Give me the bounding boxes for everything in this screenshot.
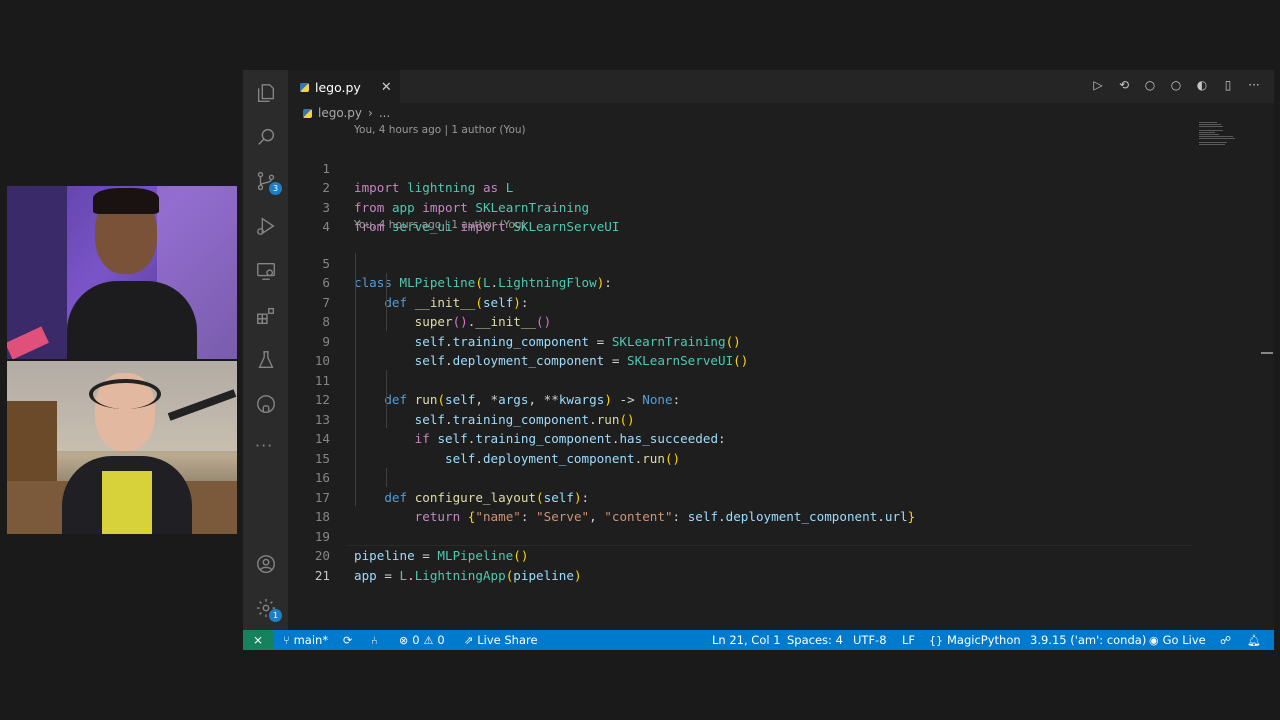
feedback-icon[interactable]: ☍ (1220, 630, 1231, 650)
webcam-feed-bottom (7, 361, 237, 534)
notifications-bell-icon[interactable]: 🔔︎ (1247, 630, 1261, 650)
encoding-status[interactable]: UTF-8 (853, 630, 887, 650)
minimap[interactable] (1199, 122, 1259, 148)
status-bar: ⨯ ⑂ main* ⟳ ⑃ ⊗ 0 ⚠ 0 ⇗ Live Share Ln 21… (243, 630, 1274, 650)
remote-indicator-icon[interactable]: ⨯ (243, 630, 273, 650)
run-debug-icon[interactable] (253, 213, 278, 238)
code-line: 18 (288, 488, 1188, 524)
editor-tab-bar: lego.py ✕ ▷ ⟲ ○ ○ ◐ ▯ ··· (288, 70, 1274, 103)
remote-explorer-icon[interactable] (253, 258, 278, 283)
warning-count: 0 (437, 633, 445, 647)
breadcrumb-separator-icon: › (368, 106, 373, 120)
live-share-button[interactable]: ⇗ Live Share (464, 630, 538, 650)
current-line-highlight (347, 545, 1192, 546)
breadcrumb: lego.py › ... (303, 106, 390, 120)
source-control-badge: 3 (269, 182, 282, 195)
explorer-icon[interactable] (253, 80, 278, 105)
python-file-icon (303, 108, 312, 118)
code-line: 3 from serve_ui import SKLearnServeUI (288, 178, 1188, 235)
error-icon: ⊗ (399, 633, 409, 647)
tab-lego-py[interactable]: lego.py ✕ (288, 70, 400, 103)
tab-label: lego.py (315, 79, 361, 95)
code-line: 19 pipeline = MLPipeline() (288, 507, 1188, 564)
more-views-icon[interactable]: ··· (255, 436, 273, 455)
code-line: 7 super().__init__() (288, 273, 1188, 330)
search-icon[interactable] (253, 124, 278, 149)
git-graph-icon[interactable]: ⑃ (371, 630, 378, 650)
line-number: 21 (314, 567, 330, 583)
settings-badge: 1 (269, 609, 282, 622)
go-live-button[interactable]: ◉ Go Live (1149, 630, 1206, 650)
activity-bar: 3 ··· 1 (243, 70, 288, 630)
split-editor-icon[interactable]: ▯ (1220, 78, 1236, 92)
broadcast-icon: ◉ (1149, 633, 1159, 647)
branch-label: main* (293, 633, 329, 647)
previous-change-icon[interactable]: ○ (1142, 78, 1158, 92)
language-label: MagicPython (947, 633, 1021, 647)
breadcrumb-symbol[interactable]: ... (379, 106, 390, 120)
language-mode[interactable]: {} MagicPython (929, 630, 1021, 650)
indentation-status[interactable]: Spaces: 4 (787, 630, 843, 650)
cursor-position[interactable]: Ln 21, Col 1 (712, 630, 781, 650)
sync-icon[interactable]: ⟳ (343, 630, 352, 650)
python-file-icon (300, 82, 309, 92)
editor-actions: ▷ ⟲ ○ ○ ◐ ▯ ··· (1090, 78, 1262, 92)
next-change-icon[interactable]: ○ (1168, 78, 1184, 92)
indent-guide (386, 273, 387, 331)
live-share-label: Live Share (477, 633, 538, 647)
accounts-icon[interactable] (253, 551, 278, 576)
error-count: 0 (412, 633, 420, 647)
live-share-icon: ⇗ (464, 633, 474, 647)
code-line: 8 self.training_component = SKLearnTrain… (288, 293, 1188, 349)
go-live-label: Go Live (1162, 633, 1206, 647)
code-line: 10 (288, 332, 1188, 368)
webcam-feed-top (7, 186, 237, 359)
code-line: 15 (288, 429, 1188, 466)
run-python-icon[interactable]: ▷ (1090, 78, 1106, 92)
code-line: 21 (288, 546, 1188, 583)
extensions-icon[interactable] (253, 303, 278, 328)
code-line: 6 def __init__(self): (288, 254, 1188, 310)
code-line: 14 self.deployment_component.run() (288, 410, 1188, 466)
code-line: 11 def run(self, *args, **kwargs) -> Non… (288, 351, 1188, 408)
code-line: 17 return {"name": "Serve", "content": s… (288, 468, 1188, 525)
code-line: 9 self.deployment_component = SKLearnSer… (288, 312, 1188, 369)
open-changes-icon[interactable]: ⟲ (1116, 78, 1132, 92)
warning-icon: ⚠ (423, 633, 434, 647)
code-line: 16 def configure_layout(self): (288, 449, 1188, 505)
problems-status[interactable]: ⊗ 0 ⚠ 0 (399, 630, 445, 650)
toggle-blame-icon[interactable]: ◐ (1194, 78, 1210, 92)
scrollbar-cursor-marker[interactable] (1261, 352, 1273, 354)
testing-flask-icon[interactable] (253, 347, 278, 372)
code-line: 12 self.training_component.run() (288, 371, 1188, 427)
screen: 3 ··· 1 lego.py ✕ ▷ ⟲ ○ ○ ◐ ▯ ··· lego.p… (0, 0, 1280, 720)
indent-guide (386, 370, 387, 428)
code-line: 13 if self.training_component.has_succee… (288, 390, 1188, 447)
braces-icon: {} (929, 633, 943, 647)
git-branch-icon: ⑂ (283, 633, 290, 647)
indent-guide (386, 468, 387, 487)
git-blame-annotation[interactable]: You, 4 hours ago | 1 author (You) (354, 219, 526, 231)
more-actions-icon[interactable]: ··· (1246, 78, 1262, 92)
code-line: 4 (288, 198, 1188, 234)
code-line: 1 import lightning as L (288, 139, 1188, 196)
code-line: 20 app = L.LightningApp(pipeline) (288, 527, 1188, 583)
code-line: 5 class MLPipeline(L.LightningFlow): (288, 234, 1188, 291)
branch-status[interactable]: ⑂ main* (283, 630, 328, 650)
source-control-icon[interactable]: 3 (253, 168, 282, 195)
eol-status[interactable]: LF (902, 630, 915, 650)
git-blame-annotation[interactable]: You, 4 hours ago | 1 author (You) (354, 124, 526, 136)
code-text: app = L.LightningApp(pipeline) (354, 567, 582, 583)
code-line: 2 from app import SKLearnTraining (288, 159, 1188, 215)
code-editor-window: 3 ··· 1 lego.py ✕ ▷ ⟲ ○ ○ ◐ ▯ ··· lego.p… (243, 70, 1274, 650)
github-icon[interactable] (253, 391, 278, 416)
close-icon[interactable]: ✕ (381, 80, 392, 95)
breadcrumb-file[interactable]: lego.py (318, 106, 362, 120)
indent-guide (355, 253, 356, 506)
python-interpreter[interactable]: 3.9.15 ('am': conda) (1030, 630, 1146, 650)
settings-gear-icon[interactable]: 1 (253, 595, 282, 622)
